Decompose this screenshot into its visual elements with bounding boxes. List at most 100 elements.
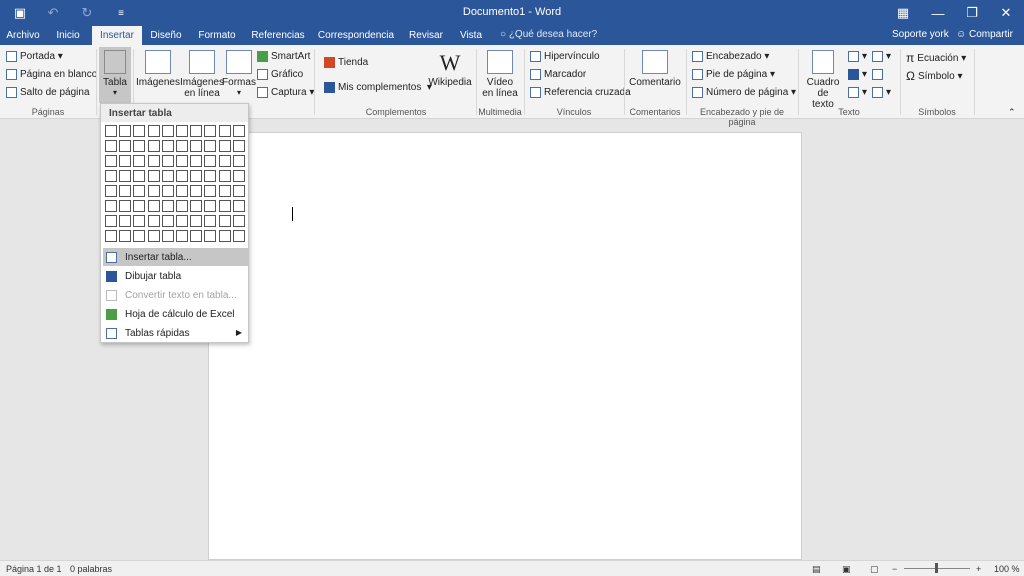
grid-cell[interactable] xyxy=(190,230,203,242)
grid-cell[interactable] xyxy=(133,155,146,167)
grid-cell[interactable] xyxy=(176,155,188,167)
user-name[interactable]: Soporte york xyxy=(892,29,949,40)
drop-cap-button[interactable]: ▾ xyxy=(848,87,867,98)
grid-cell[interactable] xyxy=(218,230,231,242)
grid-cell[interactable] xyxy=(161,155,174,167)
referencia-cruzada-button[interactable]: Referencia cruzada xyxy=(530,87,631,98)
object-button[interactable]: ▾ xyxy=(872,87,891,98)
grid-cell[interactable] xyxy=(147,155,160,167)
tab-archivo[interactable]: Archivo xyxy=(2,26,44,45)
imagenes-en-linea-button[interactable]: Imágenes en línea xyxy=(180,50,224,99)
grid-cell[interactable] xyxy=(119,185,132,197)
menu-item-tablas-rapidas[interactable]: Tablas rápidas ▶ xyxy=(103,324,248,342)
grid-cell[interactable] xyxy=(232,140,245,152)
zoom-in-icon[interactable]: + xyxy=(976,564,981,574)
grid-cell[interactable] xyxy=(218,155,231,167)
word-count[interactable]: 0 palabras xyxy=(70,564,112,574)
grid-cell[interactable] xyxy=(190,200,203,212)
grid-cell[interactable] xyxy=(161,185,174,197)
grid-cell[interactable] xyxy=(119,140,132,152)
grid-cell[interactable] xyxy=(176,215,188,227)
grid-cell[interactable] xyxy=(105,185,117,197)
grid-cell[interactable] xyxy=(218,185,231,197)
mis-complementos-button[interactable]: Mis complementos ▾ xyxy=(324,82,432,93)
tab-insertar[interactable]: Insertar xyxy=(92,26,142,45)
numero-de-pagina-button[interactable]: Número de página ▾ xyxy=(692,87,796,98)
grid-cell[interactable] xyxy=(190,155,203,167)
grid-cell[interactable] xyxy=(119,215,132,227)
grid-cell[interactable] xyxy=(176,125,188,137)
grid-cell[interactable] xyxy=(232,230,245,242)
grid-cell[interactable] xyxy=(105,125,117,137)
ecuacion-button[interactable]: π Ecuación ▾ xyxy=(906,51,966,65)
grid-cell[interactable] xyxy=(161,215,174,227)
quick-parts-button[interactable]: ▾ xyxy=(848,51,867,62)
document-page[interactable] xyxy=(208,132,802,560)
web-layout-icon[interactable]: ▢ xyxy=(870,564,879,575)
tab-diseno[interactable]: Diseño xyxy=(146,26,186,45)
tienda-button[interactable]: Tienda xyxy=(324,57,368,68)
grid-cell[interactable] xyxy=(232,125,245,137)
grid-cell[interactable] xyxy=(105,200,117,212)
imagenes-button[interactable]: Imágenes xyxy=(136,50,180,88)
grid-cell[interactable] xyxy=(119,170,132,182)
menu-item-hoja-excel[interactable]: Hoja de cálculo de Excel xyxy=(103,305,248,323)
grid-cell[interactable] xyxy=(161,200,174,212)
grid-cell[interactable] xyxy=(232,185,245,197)
grid-cell[interactable] xyxy=(133,230,146,242)
minimize-icon[interactable]: — xyxy=(921,0,955,26)
tab-inicio[interactable]: Inicio xyxy=(50,26,86,45)
page-count[interactable]: Página 1 de 1 xyxy=(6,564,62,574)
grid-cell[interactable] xyxy=(105,140,117,152)
pagina-en-blanco-button[interactable]: Página en blanco xyxy=(6,69,97,80)
grid-cell[interactable] xyxy=(119,125,132,137)
grid-cell[interactable] xyxy=(161,125,174,137)
grid-cell[interactable] xyxy=(218,200,231,212)
tab-correspondencia[interactable]: Correspondencia xyxy=(316,26,396,45)
comentario-button[interactable]: Comentario xyxy=(626,50,684,88)
collapse-ribbon-icon[interactable]: ⌃ xyxy=(1008,107,1016,118)
grafico-button[interactable]: Gráfico xyxy=(257,69,303,80)
grid-cell[interactable] xyxy=(204,125,217,137)
close-icon[interactable]: ✕ xyxy=(989,0,1023,26)
grid-cell[interactable] xyxy=(176,230,188,242)
grid-cell[interactable] xyxy=(147,170,160,182)
share-button[interactable]: ☺ Compartir xyxy=(956,29,1013,40)
grid-cell[interactable] xyxy=(232,215,245,227)
captura-button[interactable]: Captura ▾ xyxy=(257,87,314,98)
grid-cell[interactable] xyxy=(176,185,188,197)
tab-revisar[interactable]: Revisar xyxy=(406,26,446,45)
grid-cell[interactable] xyxy=(218,140,231,152)
signature-line-button[interactable]: ▾ xyxy=(872,51,891,62)
zoom-level[interactable]: 100 % xyxy=(994,564,1020,574)
grid-cell[interactable] xyxy=(133,140,146,152)
simbolo-button[interactable]: Ω Símbolo ▾ xyxy=(906,69,962,83)
grid-cell[interactable] xyxy=(190,215,203,227)
grid-cell[interactable] xyxy=(119,230,132,242)
grid-cell[interactable] xyxy=(133,200,146,212)
grid-cell[interactable] xyxy=(218,215,231,227)
grid-cell[interactable] xyxy=(147,230,160,242)
grid-cell[interactable] xyxy=(190,170,203,182)
grid-cell[interactable] xyxy=(161,170,174,182)
grid-cell[interactable] xyxy=(218,125,231,137)
grid-cell[interactable] xyxy=(190,125,203,137)
encabezado-button[interactable]: Encabezado ▾ xyxy=(692,51,769,62)
tab-referencias[interactable]: Referencias xyxy=(250,26,306,45)
ribbon-display-icon[interactable]: ▦ xyxy=(886,0,920,26)
wordart-button[interactable]: ▾ xyxy=(848,69,867,80)
tell-me-box[interactable]: ○ ¿Qué desea hacer? xyxy=(500,29,597,40)
tab-vista[interactable]: Vista xyxy=(454,26,488,45)
smartart-button[interactable]: SmartArt xyxy=(257,51,310,62)
grid-cell[interactable] xyxy=(204,230,217,242)
date-time-button[interactable] xyxy=(872,69,886,80)
read-mode-icon[interactable]: ▤ xyxy=(812,564,821,575)
grid-cell[interactable] xyxy=(176,140,188,152)
grid-cell[interactable] xyxy=(204,215,217,227)
grid-cell[interactable] xyxy=(190,185,203,197)
grid-cell[interactable] xyxy=(119,200,132,212)
grid-cell[interactable] xyxy=(204,170,217,182)
video-en-linea-button[interactable]: Vídeo en línea xyxy=(480,50,520,99)
menu-item-insertar-tabla[interactable]: Insertar tabla... xyxy=(103,248,248,266)
grid-cell[interactable] xyxy=(204,200,217,212)
